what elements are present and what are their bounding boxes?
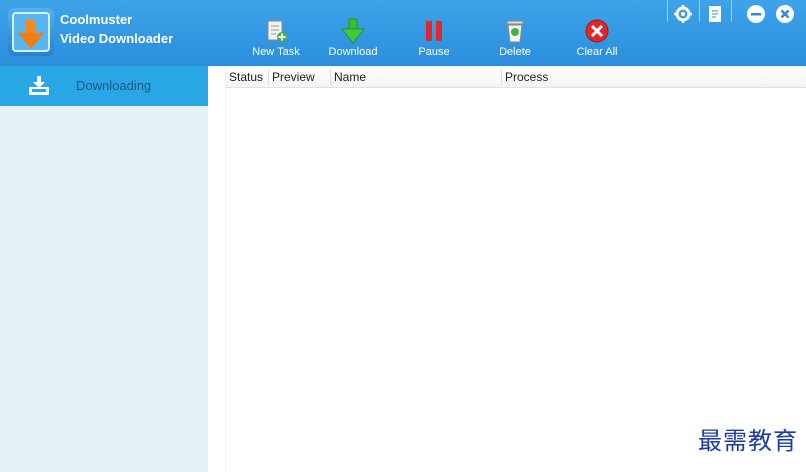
list-header: Status Preview Name Process bbox=[226, 66, 806, 88]
title-bar: Coolmuster Video Downloader New Task Dow… bbox=[0, 0, 806, 66]
clear-all-button[interactable]: Clear All bbox=[567, 18, 627, 62]
watermark-text: 最需教育 bbox=[698, 427, 798, 455]
column-process[interactable]: Process bbox=[505, 70, 548, 84]
app-window: Coolmuster Video Downloader New Task Dow… bbox=[0, 0, 806, 472]
feedback-icon[interactable] bbox=[704, 3, 726, 25]
new-task-label: New Task bbox=[252, 46, 300, 58]
download-button[interactable]: Download bbox=[323, 18, 383, 62]
sidebar-item-label: Downloading bbox=[76, 78, 152, 93]
app-title: Coolmuster Video Downloader bbox=[60, 10, 173, 48]
app-logo bbox=[8, 8, 54, 56]
new-task-button[interactable]: New Task bbox=[246, 18, 306, 62]
download-icon bbox=[340, 18, 366, 44]
app-title-line1: Coolmuster bbox=[60, 12, 133, 27]
delete-button[interactable]: Delete bbox=[485, 18, 545, 62]
column-divider bbox=[501, 69, 502, 85]
logo-arrow-icon bbox=[18, 20, 44, 49]
column-name[interactable]: Name bbox=[334, 70, 366, 84]
sidebar-item-downloading[interactable]: Downloading bbox=[0, 66, 208, 106]
settings-icon[interactable] bbox=[672, 3, 694, 25]
task-list-panel: Status Preview Name Process 最需教育 bbox=[208, 66, 806, 472]
pause-label: Pause bbox=[418, 46, 450, 58]
clear-all-label: Clear All bbox=[576, 46, 618, 58]
close-icon[interactable] bbox=[774, 3, 796, 25]
column-preview[interactable]: Preview bbox=[272, 70, 315, 84]
app-title-line2: Video Downloader bbox=[60, 31, 174, 46]
new-task-icon bbox=[267, 20, 287, 42]
pause-button[interactable]: Pause bbox=[404, 18, 464, 62]
column-divider bbox=[330, 69, 331, 85]
window-controls-divider bbox=[667, 0, 668, 22]
column-status[interactable]: Status bbox=[229, 70, 263, 84]
minimize-icon[interactable] bbox=[745, 3, 767, 25]
window-controls-divider bbox=[699, 0, 700, 22]
pause-icon bbox=[426, 21, 442, 41]
clear-all-icon bbox=[585, 19, 609, 43]
download-label: Download bbox=[328, 46, 378, 58]
delete-icon bbox=[506, 20, 524, 43]
list-left-gutter bbox=[208, 66, 226, 472]
sidebar: Downloading bbox=[0, 66, 208, 472]
column-divider bbox=[268, 69, 269, 85]
window-controls-divider bbox=[731, 0, 732, 22]
download-tray-icon bbox=[29, 76, 49, 95]
delete-label: Delete bbox=[499, 46, 531, 58]
